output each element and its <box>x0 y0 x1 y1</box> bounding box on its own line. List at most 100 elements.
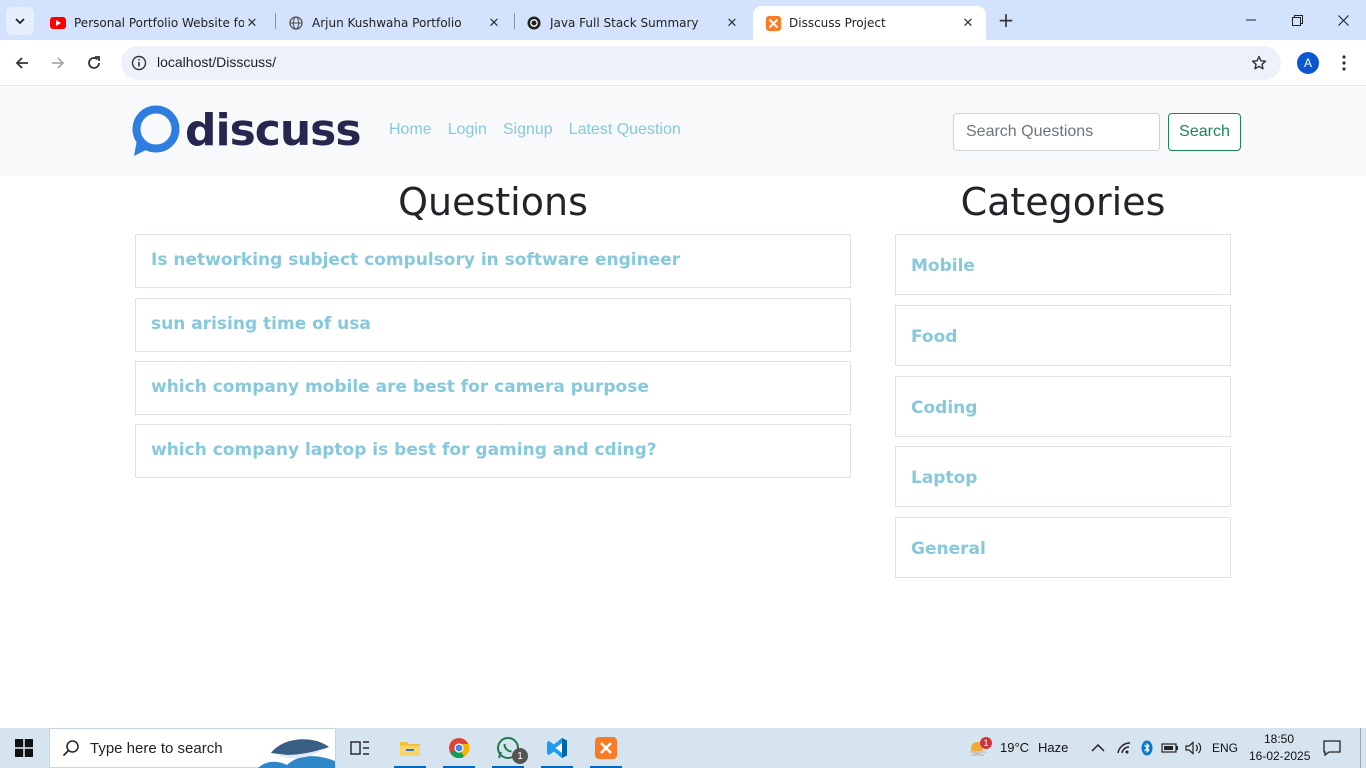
browser-menu-button[interactable] <box>1332 49 1356 77</box>
arrow-right-icon <box>52 57 65 69</box>
category-link-coding[interactable]: Coding <box>911 398 977 418</box>
close-icon[interactable]: ✕ <box>244 15 260 31</box>
tab-java-summary[interactable]: Java Full Stack Summary ✕ <box>514 6 750 40</box>
category-card: General <box>895 517 1231 578</box>
weather-description[interactable]: Haze <box>1038 740 1068 755</box>
minimize-button[interactable] <box>1228 0 1274 40</box>
nav-login-link[interactable]: Login <box>448 121 487 139</box>
category-card: Mobile <box>895 234 1231 295</box>
reload-icon <box>88 56 100 69</box>
nav-home-link[interactable]: Home <box>389 121 432 139</box>
question-link[interactable]: Is networking subject compulsory in soft… <box>151 250 680 270</box>
input-language[interactable]: ENG <box>1212 741 1238 755</box>
close-icon[interactable]: ✕ <box>486 15 502 31</box>
restore-icon <box>1291 14 1303 26</box>
bluetooth-icon[interactable] <box>1137 738 1157 758</box>
chat-bubble-logo-icon <box>132 105 180 156</box>
chatgpt-icon <box>526 15 542 31</box>
question-link[interactable]: which company mobile are best for camera… <box>151 377 649 397</box>
question-link[interactable]: sun arising time of usa <box>151 314 371 334</box>
whatsapp-app[interactable]: 1 <box>484 728 532 768</box>
show-hidden-icons-chevron-up-icon[interactable] <box>1088 738 1108 758</box>
close-icon[interactable]: ✕ <box>960 15 976 31</box>
search-button[interactable]: Search <box>1168 113 1241 151</box>
chrome-app[interactable] <box>435 728 483 768</box>
close-icon <box>1337 14 1349 26</box>
new-tab-button[interactable]: + <box>994 8 1018 32</box>
info-icon[interactable] <box>129 53 149 73</box>
clock-date[interactable]: 16-02-2025 <box>1249 749 1310 763</box>
restore-button[interactable] <box>1274 0 1320 40</box>
category-link-food[interactable]: Food <box>911 327 957 347</box>
folder-icon <box>400 742 420 756</box>
url-text[interactable]: localhost/Disscuss/ <box>157 54 276 70</box>
nav-latest-question-link[interactable]: Latest Question <box>569 121 681 139</box>
tab-arjun-portfolio[interactable]: Arjun Kushwaha Portfolio ✕ <box>276 6 512 40</box>
task-view-icon <box>350 741 369 755</box>
start-button[interactable] <box>0 728 48 768</box>
site-navbar: discuss Home Login Signup Latest Questio… <box>0 87 1366 176</box>
taskbar-search-placeholder: Type here to search <box>90 739 223 757</box>
forward-button[interactable] <box>44 49 72 77</box>
nav-links: Home Login Signup Latest Question <box>389 121 697 139</box>
bookmark-star-icon[interactable] <box>1249 53 1269 73</box>
questions-heading: Questions <box>398 180 588 224</box>
reload-button[interactable] <box>80 49 108 77</box>
plus-icon: + <box>997 8 1015 32</box>
tab-title: Disscuss Project <box>789 16 886 30</box>
close-window-button[interactable] <box>1320 0 1366 40</box>
taskbar-search-box[interactable]: Type here to search <box>49 728 336 768</box>
back-button[interactable] <box>8 49 36 77</box>
close-icon[interactable]: ✕ <box>724 15 740 31</box>
vscode-app[interactable] <box>533 728 581 768</box>
clock-time[interactable]: 18:50 <box>1264 732 1294 746</box>
file-explorer-app[interactable] <box>386 728 434 768</box>
site-logo[interactable]: discuss <box>131 103 367 159</box>
vscode-icon <box>547 738 567 758</box>
question-card: which company laptop is best for gaming … <box>135 424 851 478</box>
category-card: Laptop <box>895 446 1231 507</box>
notifications-icon[interactable] <box>1322 738 1342 758</box>
address-bar[interactable]: localhost/Disscuss/ <box>121 46 1281 80</box>
windows-logo-icon <box>15 739 33 757</box>
tab-search-button[interactable] <box>6 7 34 35</box>
browser-tab-strip: Personal Portfolio Website for B ✕ Arjun… <box>0 0 1366 40</box>
tab-disscuss-project[interactable]: Disscuss Project ✕ <box>753 6 986 40</box>
nav-signup-link[interactable]: Signup <box>503 121 553 139</box>
category-card: Food <box>895 305 1231 366</box>
question-card: which company mobile are best for camera… <box>135 361 851 415</box>
whale-search-highlight-icon <box>258 739 335 768</box>
category-link-mobile[interactable]: Mobile <box>911 256 975 276</box>
search-questions-input[interactable] <box>953 113 1160 151</box>
question-link[interactable]: which company laptop is best for gaming … <box>151 440 657 460</box>
task-view-button[interactable] <box>336 728 384 768</box>
chevron-down-icon <box>15 18 25 25</box>
xampp-icon <box>595 737 617 759</box>
tab-title: Java Full Stack Summary <box>550 16 699 30</box>
logo-text: discuss <box>185 105 362 156</box>
battery-icon[interactable] <box>1160 738 1180 758</box>
profile-avatar[interactable]: A <box>1297 52 1319 74</box>
xampp-icon <box>765 15 781 31</box>
category-link-laptop[interactable]: Laptop <box>911 468 977 488</box>
category-link-general[interactable]: General <box>911 539 986 559</box>
category-card: Coding <box>895 376 1231 437</box>
show-desktop-button[interactable] <box>1360 728 1366 768</box>
more-vertical-icon <box>1342 55 1346 71</box>
globe-icon <box>288 15 304 31</box>
browser-toolbar: localhost/Disscuss/ A <box>0 40 1366 86</box>
wifi-icon[interactable] <box>1114 738 1134 758</box>
tab-portfolio-youtube[interactable]: Personal Portfolio Website for B ✕ <box>38 6 270 40</box>
weather-alert-badge: 1 <box>980 737 992 749</box>
tab-title: Arjun Kushwaha Portfolio <box>312 16 462 30</box>
question-card: Is networking subject compulsory in soft… <box>135 234 851 288</box>
search-icon <box>62 740 79 757</box>
question-card: sun arising time of usa <box>135 298 851 352</box>
weather-temperature[interactable]: 19°C <box>1000 740 1029 755</box>
youtube-icon <box>50 15 66 31</box>
arrow-left-icon <box>15 57 28 69</box>
windows-taskbar: Type here to search 1 1 19°C Haze ENG 18… <box>0 728 1366 768</box>
volume-icon[interactable] <box>1184 738 1204 758</box>
xampp-app[interactable] <box>582 728 630 768</box>
minimize-icon <box>1246 19 1256 21</box>
